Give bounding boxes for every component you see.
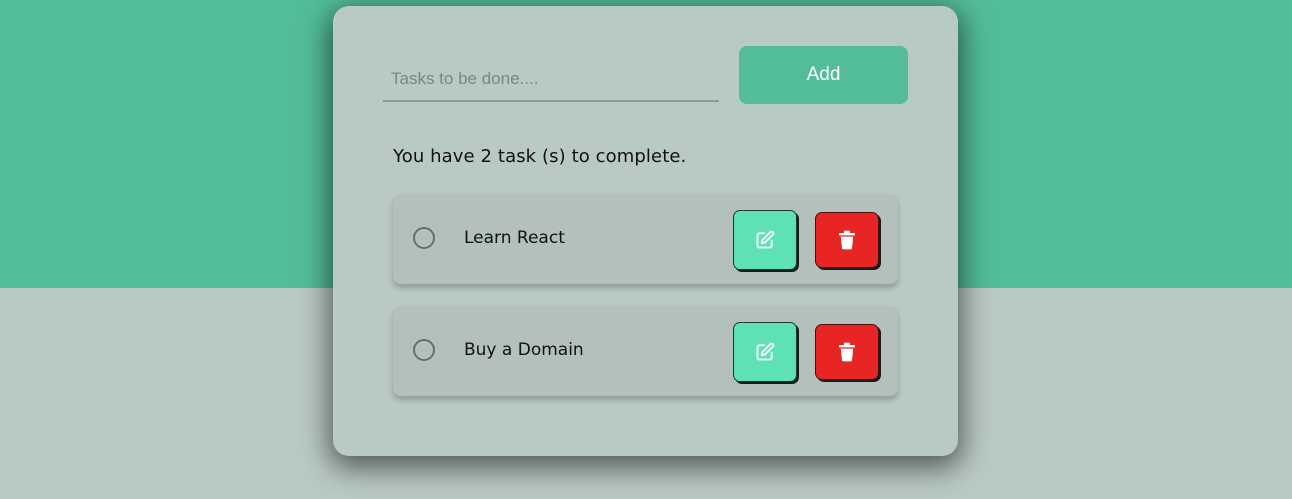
task-item: Buy a Domain	[393, 306, 898, 396]
task-item: Learn React	[393, 194, 898, 284]
task-label: Buy a Domain	[464, 340, 584, 360]
edit-task-button[interactable]	[733, 322, 797, 382]
task-list: Learn React Buy a Domain	[393, 194, 898, 418]
edit-task-button[interactable]	[733, 210, 797, 270]
edit-icon	[755, 230, 775, 250]
todo-card: Add You have 2 task (s) to complete. Lea…	[333, 6, 958, 456]
trash-icon	[838, 342, 856, 362]
edit-icon	[755, 342, 775, 362]
delete-task-button[interactable]	[815, 324, 879, 380]
task-input[interactable]	[383, 58, 719, 102]
delete-task-button[interactable]	[815, 212, 879, 268]
task-count-text: You have 2 task (s) to complete.	[393, 146, 687, 167]
task-complete-toggle[interactable]	[413, 339, 435, 361]
add-button[interactable]: Add	[739, 46, 908, 104]
trash-icon	[838, 230, 856, 250]
task-label: Learn React	[464, 228, 565, 248]
task-complete-toggle[interactable]	[413, 227, 435, 249]
